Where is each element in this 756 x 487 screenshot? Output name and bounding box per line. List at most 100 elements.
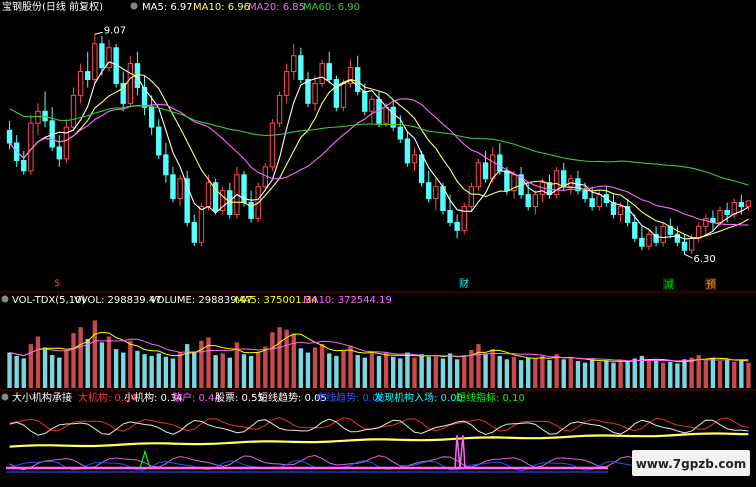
volume-bar-up [660,362,666,388]
volume-bar-down [227,357,233,388]
volume-bar-up [383,352,389,388]
volume-bar-down [334,355,339,388]
indicator-name: 大小机构承接 [12,391,72,404]
volume-bar-down [327,353,332,388]
volume-bar-down [419,354,424,388]
indicator-settings-icon[interactable] [1,393,9,401]
event-marker-reduce[interactable]: 减 [664,279,674,291]
volume-bar-down [724,359,730,388]
candle-down [681,241,688,251]
candle-up [312,82,318,104]
volume-bar-down [7,352,12,388]
ma10-label: MA10: 6.96 [193,2,250,13]
candle-up [177,178,183,200]
candle-down [639,237,645,247]
volume-bar-down [547,360,552,388]
volume-bar-up [554,354,559,388]
candle-down [6,129,13,144]
stock-chart: 宝钢股份(日线 前复权) MA5: 6.97 MA10: 6.96 MA20: … [0,0,756,487]
candle-up [745,200,752,208]
candle-up [596,194,602,208]
candle-down [362,90,368,112]
vol-ma10-label: MA10: 372544.19 [303,295,392,306]
candle-up [489,154,496,180]
event-marker-forecast[interactable]: 预 [706,279,716,291]
volume-bar-up [746,362,751,388]
volume-bar-up [341,350,346,388]
ma5-label: MA5: 6.97 [142,2,193,13]
volume-bar-down [192,351,197,388]
volume-bar-up [220,353,225,388]
candle-down [333,79,340,108]
volume-bar-down [376,355,382,388]
volume-bar-down [298,348,304,388]
candle-up [532,194,539,208]
volume-bar-down [305,352,311,388]
candle-up [340,82,347,108]
retail-label: 散户: 0.44 [172,391,221,404]
candle-down [397,126,404,140]
volume-bar-down [518,360,524,388]
candle-down [724,210,730,215]
volume-bar-down [57,357,62,388]
settings-dot-icon[interactable] [130,2,138,10]
candle-up [127,63,134,104]
volume-bar-down [497,355,502,388]
volume-bar-up [277,327,282,388]
volume-bar-down [248,355,254,388]
candle-up [461,206,467,231]
volume-bar-down [675,363,680,388]
institution-entry-label: 发现机构入场: 0.00 [374,391,463,404]
volume-bar-down [362,357,367,388]
candle-up [92,43,98,81]
volume-bar-down [575,360,581,388]
candle-up [369,98,375,112]
volume-bar-up [319,344,325,388]
volume-bar-down [49,355,55,388]
volume-bar-down [99,342,105,388]
volume-bar-down [170,358,176,388]
candle-down [191,221,197,243]
volume-bar-down [121,352,126,388]
candle-up [198,206,205,243]
volume-settings-icon[interactable] [1,295,9,303]
low-price-label: 6.30 [694,254,716,265]
volume-header: VOL-TDX(5,10) VVOL: 298839.47 VOLUME: 29… [1,295,392,306]
volume-bar-up [646,360,652,388]
volume-bar-down [391,356,396,388]
volume-bar-down [135,350,140,388]
volume-bar-up [348,345,353,388]
volume-bar-up [28,344,34,388]
event-marker-dollar[interactable]: $ [54,278,60,289]
volume-bar-down [405,352,410,388]
volume-bar-up [597,361,602,388]
high-price-label: 9.07 [104,25,126,36]
volume-bar-down [355,355,360,388]
event-marker-finance[interactable]: 财 [459,277,469,290]
candle-down [497,154,503,172]
volume-bar-up [263,346,268,388]
candle-down [561,170,567,188]
candle-down [632,221,638,239]
volume-bar-down [589,359,595,388]
candle-down [504,170,510,192]
volume-bar-down [653,360,659,388]
volume-bar-down [625,360,630,388]
volume-bar-down [213,355,218,388]
candle-down [56,146,62,160]
candle-down [454,221,460,231]
volume-bar-up [64,350,69,388]
stock-title: 宝钢股份(日线 前复权) [2,0,103,13]
indicator-header: 大小机构承接 大机构: 0.34 小机构: 0.34 散户: 0.44 股票: … [1,391,525,404]
candle-up [283,71,290,96]
volume-bar-up [412,357,417,388]
ma60-label: MA60: 6.90 [303,2,360,13]
volume-bar-up [462,355,467,388]
volume-bar-down [426,356,431,388]
volume-bar-up [92,320,98,388]
candle-up [688,237,695,251]
volume-bar-up [533,358,538,388]
volume-bar-down [454,359,460,388]
volume-bar-up [433,355,439,388]
candle-down [21,159,27,172]
